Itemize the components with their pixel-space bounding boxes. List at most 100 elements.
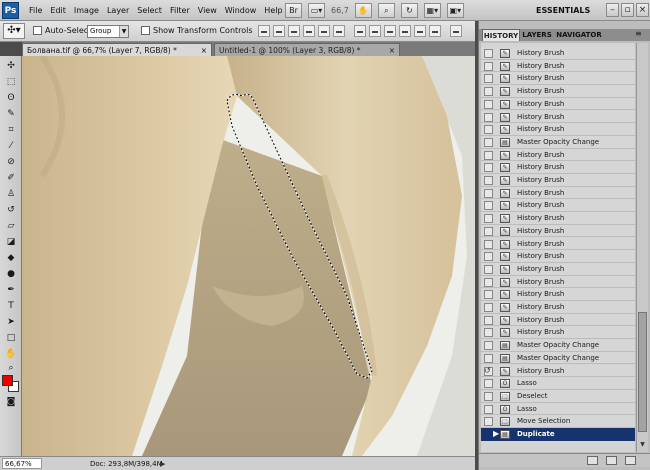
distribute-bottom-icon[interactable] xyxy=(384,25,396,37)
history-source-box[interactable] xyxy=(484,264,493,274)
document-canvas[interactable] xyxy=(22,56,475,456)
menu-edit[interactable]: Edit xyxy=(46,0,70,21)
history-source-box[interactable] xyxy=(484,391,493,401)
quick-selection-tool-icon[interactable]: ✎ xyxy=(3,108,19,121)
bridge-button[interactable]: Br xyxy=(285,3,302,18)
history-source-box[interactable] xyxy=(484,277,493,287)
align-left-icon[interactable] xyxy=(303,25,315,37)
history-source-box[interactable] xyxy=(484,150,493,160)
dodge-tool-icon[interactable]: ● xyxy=(3,268,19,281)
auto-select-checkbox[interactable] xyxy=(33,26,42,35)
align-vcenter-icon[interactable] xyxy=(273,25,285,37)
history-source-box[interactable] xyxy=(484,404,493,414)
history-state[interactable]: ʘ Lasso xyxy=(481,402,635,416)
history-source-box[interactable] xyxy=(484,188,493,198)
history-source-box[interactable] xyxy=(484,430,493,439)
history-source-box[interactable] xyxy=(484,201,493,211)
hand-tool-icon[interactable]: ✋ xyxy=(354,3,372,18)
align-right-icon[interactable] xyxy=(333,25,345,37)
history-state[interactable]: ⬚ Deselect xyxy=(481,389,635,403)
history-source-box[interactable] xyxy=(484,176,493,185)
tab-history[interactable]: HISTORY xyxy=(482,29,520,41)
menu-filter[interactable]: Filter xyxy=(166,0,194,21)
distribute-right-icon[interactable] xyxy=(429,25,441,37)
shape-tool-icon[interactable]: □ xyxy=(3,332,19,345)
history-source-box[interactable] xyxy=(484,353,493,363)
history-source-box[interactable] xyxy=(484,214,493,224)
tab-layers[interactable]: LAYERS xyxy=(521,29,553,41)
history-source-box[interactable] xyxy=(484,290,493,300)
path-selection-tool-icon[interactable]: ➤ xyxy=(3,316,19,329)
history-state[interactable]: ▤ Master Opacity Change xyxy=(481,351,635,365)
history-state[interactable]: ✎ History Brush xyxy=(481,97,635,111)
zoom-level-display[interactable]: 66,7 xyxy=(331,6,349,15)
zoom-tool-icon[interactable]: ⌕ xyxy=(3,362,19,375)
close-icon[interactable]: × xyxy=(636,3,649,17)
scroll-down-arrow-icon[interactable]: ▼ xyxy=(638,440,647,450)
history-source-box[interactable] xyxy=(484,303,493,312)
history-state[interactable]: ↺ ✎ History Brush xyxy=(481,364,635,378)
paint-bucket-tool-icon[interactable]: ◪ xyxy=(3,236,19,249)
history-state[interactable]: ✎ History Brush xyxy=(481,72,635,86)
new-snapshot-icon[interactable] xyxy=(606,456,617,465)
scrollbar-thumb[interactable] xyxy=(638,312,647,432)
history-source-box[interactable] xyxy=(484,99,493,109)
blur-tool-icon[interactable]: ◆ xyxy=(3,252,19,265)
history-state[interactable]: ▤ Master Opacity Change xyxy=(481,135,635,149)
history-source-box[interactable] xyxy=(484,328,493,338)
history-state[interactable]: ✎ History Brush xyxy=(481,59,635,73)
history-source-box[interactable] xyxy=(484,112,493,122)
history-source-box[interactable] xyxy=(484,417,493,427)
history-state[interactable]: ✎ History Brush xyxy=(481,250,635,263)
history-state[interactable]: ✎ History Brush xyxy=(481,212,635,225)
distribute-hcenter-icon[interactable] xyxy=(414,25,426,37)
history-state[interactable]: ✎ History Brush xyxy=(481,237,635,251)
minimize-icon[interactable]: – xyxy=(606,3,619,17)
align-top-icon[interactable] xyxy=(258,25,270,37)
rotate-view-icon[interactable]: ↻ xyxy=(400,3,418,18)
zoom-tool-icon[interactable]: ⌕ xyxy=(377,3,395,18)
menu-layer[interactable]: Layer xyxy=(103,0,133,21)
history-source-box[interactable] xyxy=(484,341,493,351)
marquee-tool-icon[interactable]: ⬚ xyxy=(3,76,19,89)
tab-untitled-1[interactable]: Untitled-1 @ 100% (Layer 3, RGB/8) * × xyxy=(214,43,400,56)
history-state[interactable]: ✎ History Brush xyxy=(481,224,635,238)
history-state[interactable]: ✎ History Brush xyxy=(481,47,635,60)
history-state[interactable]: ⬚ Move Selection xyxy=(481,415,635,428)
status-menu-arrow-icon[interactable]: ▶ xyxy=(160,458,165,470)
tab-bolvana[interactable]: Болвана.tif @ 66,7% (Layer 7, RGB/8) * × xyxy=(22,43,212,56)
history-source-box[interactable] xyxy=(484,226,493,236)
zoom-field[interactable]: 66,67% xyxy=(2,458,42,469)
history-source-box[interactable] xyxy=(484,379,493,389)
history-source-box[interactable] xyxy=(484,87,493,97)
show-transform-checkbox[interactable] xyxy=(141,26,150,35)
healing-brush-tool-icon[interactable]: ⊘ xyxy=(3,156,19,169)
menu-select[interactable]: Select xyxy=(133,0,166,21)
workspace-switcher[interactable]: ESSENTIALS xyxy=(536,3,590,18)
crop-tool-icon[interactable]: ⌗ xyxy=(3,124,19,137)
arrange-documents-button[interactable]: ▦▾ xyxy=(423,3,441,18)
history-state[interactable]: ✎ History Brush xyxy=(481,85,635,98)
maximize-icon[interactable]: ▫ xyxy=(621,3,634,17)
eraser-tool-icon[interactable]: ▱ xyxy=(3,220,19,233)
history-state[interactable]: ✎ History Brush xyxy=(481,148,635,162)
menu-view[interactable]: View xyxy=(194,0,221,21)
auto-select-dropdown[interactable]: Group ▼ xyxy=(87,25,129,38)
history-source-box[interactable] xyxy=(484,137,493,147)
eyedropper-tool-icon[interactable]: ⁄ xyxy=(3,140,19,153)
menu-window[interactable]: Window xyxy=(221,0,261,21)
quick-mask-icon[interactable]: ◙ xyxy=(3,396,19,409)
history-source-box[interactable] xyxy=(484,239,493,249)
clone-stamp-tool-icon[interactable]: ♙ xyxy=(3,188,19,201)
tab-navigator[interactable]: NAVIGATOR xyxy=(554,29,604,41)
history-state[interactable]: ✎ History Brush xyxy=(481,110,635,124)
history-state[interactable]: ✎ History Brush xyxy=(481,123,635,136)
hand-tool-icon[interactable]: ✋ xyxy=(3,348,19,361)
menu-image[interactable]: Image xyxy=(70,0,103,21)
new-document-from-state-icon[interactable] xyxy=(587,456,598,465)
history-state[interactable]: ✎ History Brush xyxy=(481,174,635,187)
menu-file[interactable]: File xyxy=(25,0,46,21)
pen-tool-icon[interactable]: ✒ xyxy=(3,284,19,297)
history-state[interactable]: ✎ History Brush xyxy=(481,275,635,289)
history-source-box[interactable] xyxy=(484,74,493,84)
